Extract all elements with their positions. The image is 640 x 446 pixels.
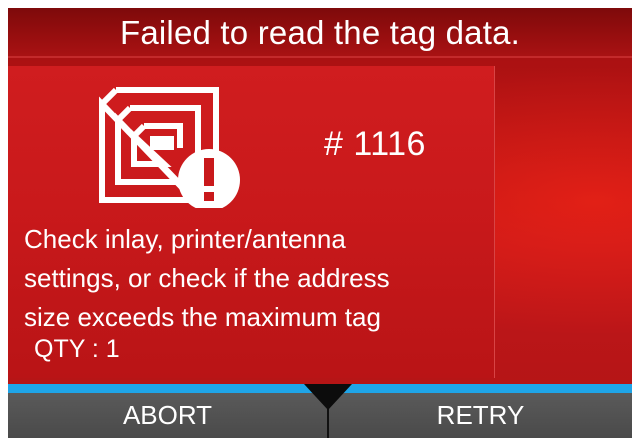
softkey-bar: ABORT RETRY	[8, 384, 632, 438]
printer-display: Failed to read the tag data. # 1116 Chec…	[8, 8, 632, 438]
retry-button[interactable]: RETRY	[329, 393, 632, 438]
error-message: Check inlay, printer/antenna settings, o…	[24, 220, 484, 338]
center-notch	[304, 384, 352, 410]
rfid-tag-warning-icon	[99, 87, 240, 208]
error-panel: # 1116 Check inlay, printer/antenna sett…	[8, 66, 495, 378]
message-line: size exceeds the maximum tag	[24, 302, 381, 332]
message-line: Check inlay, printer/antenna	[24, 224, 346, 254]
quantity-label: QTY : 1	[34, 335, 120, 363]
error-code: # 1116	[324, 125, 426, 163]
title-bar: Failed to read the tag data.	[8, 8, 632, 58]
abort-button[interactable]: ABORT	[8, 393, 327, 438]
error-title: Failed to read the tag data.	[119, 14, 521, 51]
message-line: settings, or check if the address	[24, 263, 390, 293]
